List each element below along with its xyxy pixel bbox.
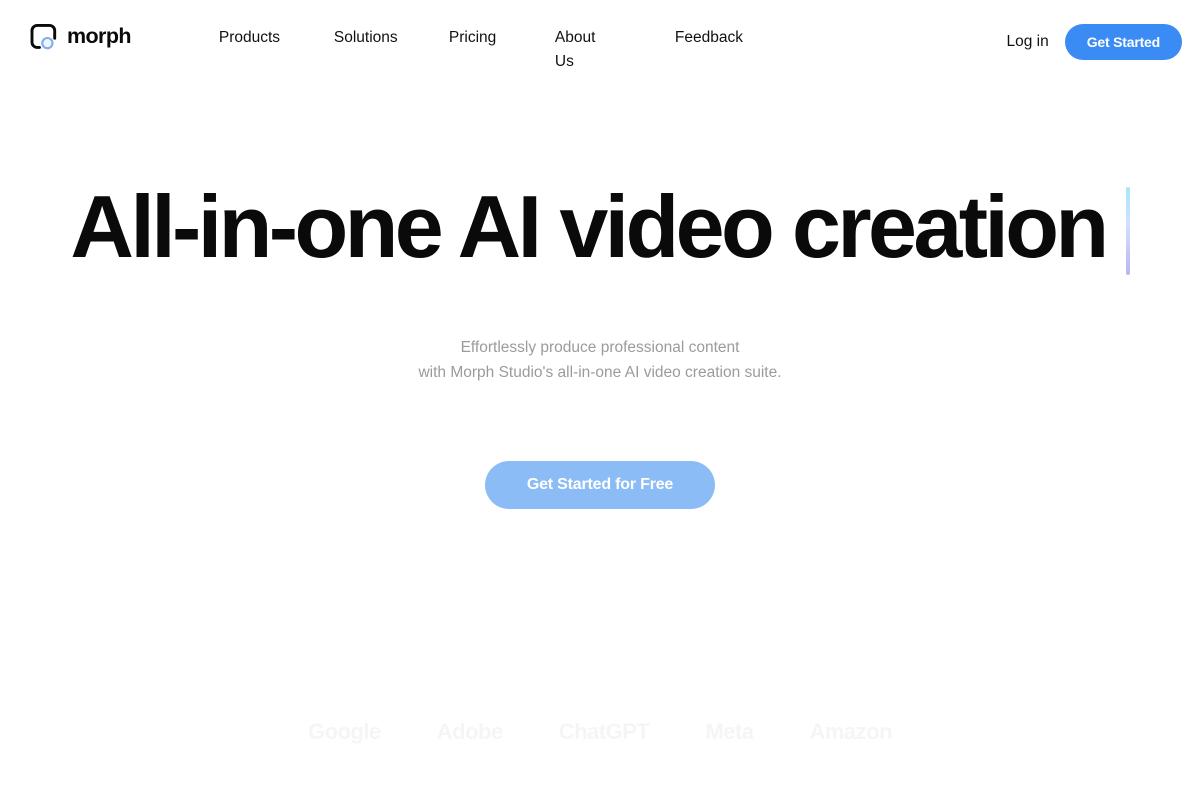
morph-logo-icon	[30, 22, 60, 52]
partner-logo-meta: Meta	[705, 721, 753, 743]
header-actions: Log in Get Started	[1005, 24, 1182, 60]
hero-subtitle-line-2: with Morph Studio's all-in-one AI video …	[418, 363, 782, 381]
page-title: All-in-one AI video creation	[0, 78, 1200, 276]
partner-logo-strip: Google Adobe ChatGPT Meta Amazon	[0, 712, 1200, 752]
hero-title-line-2: creation	[792, 177, 1109, 276]
hero-title-line-2-wrap: creation	[792, 177, 1130, 276]
hero-title-line-1: All-in-one AI video	[70, 177, 774, 276]
nav-item-about-us[interactable]: About Us	[555, 26, 611, 74]
hero-subtitle: Effortlessly produce professional conten…	[0, 274, 1200, 385]
brand-logo[interactable]: morph	[30, 22, 131, 52]
nav-item-feedback[interactable]: Feedback	[675, 26, 790, 50]
hero-section: All-in-one AI video creation Effortlessl…	[0, 78, 1200, 509]
main-navigation: Products Solutions Pricing About Us Feed…	[219, 26, 790, 74]
nav-item-products[interactable]: Products	[219, 26, 334, 50]
text-caret-icon	[1125, 187, 1130, 275]
partner-logo-google: Google	[308, 721, 381, 743]
nav-item-solutions[interactable]: Solutions	[334, 26, 449, 50]
login-link[interactable]: Log in	[1005, 30, 1051, 54]
partner-logo-amazon: Amazon	[809, 721, 892, 743]
hero-cta-container: Get Started for Free	[0, 385, 1200, 509]
site-header: morph Products Solutions Pricing About U…	[0, 0, 1200, 78]
get-started-free-button[interactable]: Get Started for Free	[484, 461, 716, 509]
partner-logo-adobe: Adobe	[437, 721, 503, 743]
page-root: morph Products Solutions Pricing About U…	[0, 0, 1200, 800]
hero-subtitle-line-1: Effortlessly produce professional conten…	[460, 339, 740, 356]
get-started-button[interactable]: Get Started	[1064, 24, 1182, 60]
nav-item-pricing[interactable]: Pricing	[449, 26, 555, 50]
partner-logo-chatgpt: ChatGPT	[559, 721, 650, 743]
brand-name: morph	[67, 24, 131, 49]
